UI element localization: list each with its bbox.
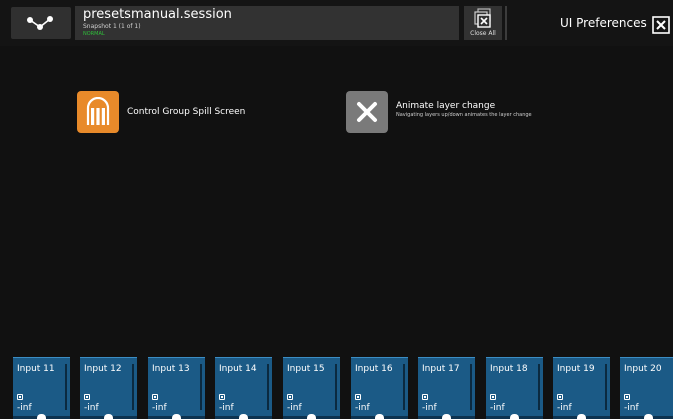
session-status: NORMAL bbox=[83, 31, 105, 37]
channel-input-16[interactable]: Input 16 -inf bbox=[351, 357, 408, 419]
channel-input-12[interactable]: Input 12 -inf bbox=[80, 357, 137, 419]
level-meter bbox=[538, 364, 540, 410]
fader-knob[interactable] bbox=[510, 414, 519, 419]
fader-knob[interactable] bbox=[644, 414, 653, 419]
channel-level: -inf bbox=[490, 403, 505, 413]
session-info[interactable]: presetsmanual.session Snapshot 1 (1 of 1… bbox=[75, 6, 459, 40]
level-meter bbox=[65, 364, 67, 410]
channel-name: Input 20 bbox=[624, 364, 662, 374]
channel-level: -inf bbox=[84, 403, 99, 413]
channel-type-icon bbox=[624, 394, 630, 400]
channel-type-icon bbox=[287, 394, 293, 400]
close-all-icon bbox=[474, 8, 491, 28]
network-logo-icon bbox=[27, 16, 53, 30]
channel-level: -inf bbox=[355, 403, 370, 413]
pref-label: Control Group Spill Screen bbox=[127, 106, 246, 117]
level-meter bbox=[267, 364, 269, 410]
pref-animate-layer-change[interactable]: Animate layer change Navigating layers u… bbox=[346, 91, 532, 133]
channel-input-15[interactable]: Input 15 -inf bbox=[283, 357, 340, 419]
fader-knob[interactable] bbox=[172, 414, 181, 419]
fader-knob[interactable] bbox=[37, 414, 46, 419]
channel-level: -inf bbox=[624, 403, 639, 413]
channel-name: Input 15 bbox=[287, 364, 325, 374]
level-meter bbox=[200, 364, 202, 410]
top-bar: presetsmanual.session Snapshot 1 (1 of 1… bbox=[0, 0, 673, 46]
session-name: presetsmanual.session bbox=[83, 7, 232, 22]
channel-strip: Input 11 -inf Input 12 -inf Input 13 -in… bbox=[0, 357, 673, 419]
channel-input-18[interactable]: Input 18 -inf bbox=[486, 357, 543, 419]
fader-knob[interactable] bbox=[375, 414, 384, 419]
channel-level: -inf bbox=[219, 403, 234, 413]
channel-type-icon bbox=[17, 394, 23, 400]
pref-description: Navigating layers up/down animates the l… bbox=[396, 112, 532, 118]
channel-type-icon bbox=[557, 394, 563, 400]
channel-level: -inf bbox=[422, 403, 437, 413]
menu-logo-button[interactable] bbox=[11, 7, 71, 39]
fader-knob[interactable] bbox=[442, 414, 451, 419]
channel-name: Input 19 bbox=[557, 364, 595, 374]
control-group-icon bbox=[77, 91, 119, 133]
channel-input-11[interactable]: Input 11 -inf bbox=[13, 357, 70, 419]
channel-name: Input 12 bbox=[84, 364, 122, 374]
channel-type-icon bbox=[84, 394, 90, 400]
page-title: UI Preferences bbox=[560, 16, 647, 30]
channel-level: -inf bbox=[287, 403, 302, 413]
channel-input-14[interactable]: Input 14 -inf bbox=[215, 357, 272, 419]
fader-knob[interactable] bbox=[577, 414, 586, 419]
channel-level: -inf bbox=[152, 403, 167, 413]
channel-type-icon bbox=[355, 394, 361, 400]
channel-input-19[interactable]: Input 19 -inf bbox=[553, 357, 610, 419]
level-meter bbox=[335, 364, 337, 410]
channel-level: -inf bbox=[557, 403, 572, 413]
channel-name: Input 18 bbox=[490, 364, 528, 374]
snapshot-label: Snapshot 1 (1 of 1) bbox=[83, 23, 141, 30]
pref-label: Animate layer change bbox=[396, 101, 496, 111]
close-page-button[interactable] bbox=[652, 16, 670, 34]
channel-name: Input 14 bbox=[219, 364, 257, 374]
channel-level: -inf bbox=[17, 403, 32, 413]
close-all-label: Close All bbox=[470, 30, 496, 37]
fader-knob[interactable] bbox=[307, 414, 316, 419]
channel-type-icon bbox=[422, 394, 428, 400]
pref-control-group-spill[interactable]: Control Group Spill Screen bbox=[77, 91, 245, 133]
channel-input-13[interactable]: Input 13 -inf bbox=[148, 357, 205, 419]
fader-knob[interactable] bbox=[239, 414, 248, 419]
toolbar-divider bbox=[505, 6, 507, 40]
channel-type-icon bbox=[152, 394, 158, 400]
channel-name: Input 13 bbox=[152, 364, 190, 374]
level-meter bbox=[132, 364, 134, 410]
close-all-button[interactable]: Close All bbox=[464, 6, 502, 40]
level-meter bbox=[470, 364, 472, 410]
channel-input-20[interactable]: Input 20 -inf bbox=[620, 357, 673, 419]
level-meter bbox=[605, 364, 607, 410]
channel-type-icon bbox=[219, 394, 225, 400]
channel-type-icon bbox=[490, 394, 496, 400]
fader-knob[interactable] bbox=[104, 414, 113, 419]
channel-name: Input 11 bbox=[17, 364, 55, 374]
app-window: presetsmanual.session Snapshot 1 (1 of 1… bbox=[0, 0, 673, 419]
channel-name: Input 17 bbox=[422, 364, 460, 374]
channel-input-17[interactable]: Input 17 -inf bbox=[418, 357, 475, 419]
close-x-icon bbox=[346, 91, 388, 133]
level-meter bbox=[403, 364, 405, 410]
channel-name: Input 16 bbox=[355, 364, 393, 374]
